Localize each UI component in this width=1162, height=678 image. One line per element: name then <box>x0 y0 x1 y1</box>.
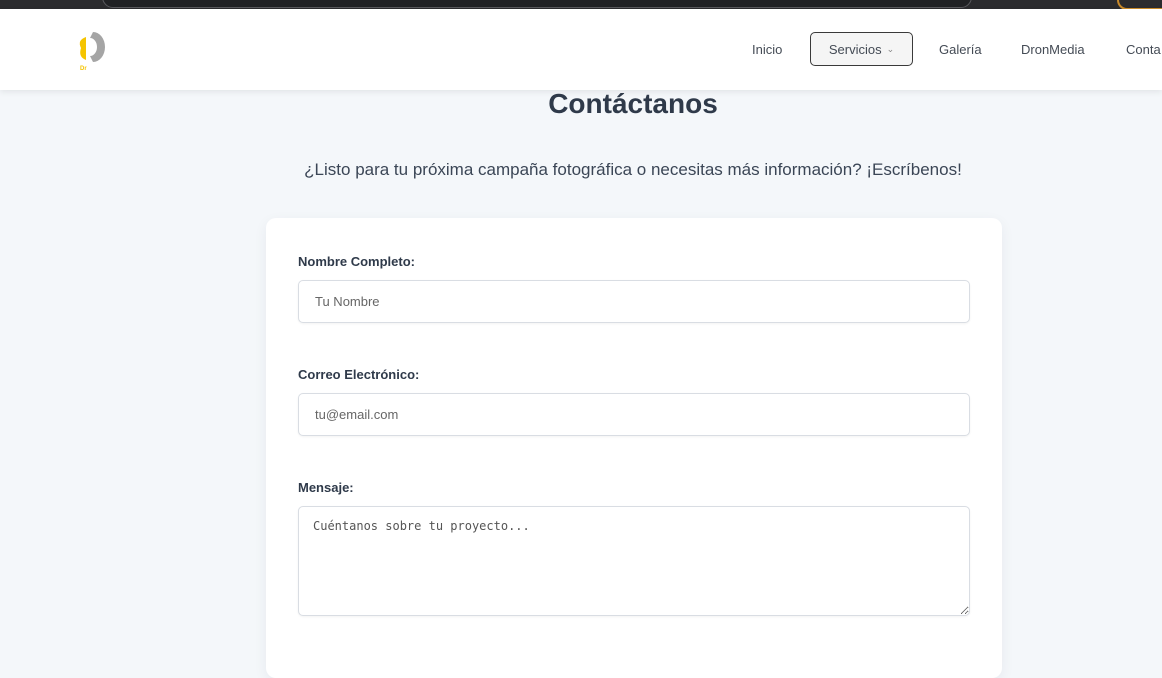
name-label: Nombre Completo: <box>298 254 415 269</box>
page-title: Contáctanos <box>548 88 718 119</box>
chevron-down-icon: ⌄ <box>886 44 895 54</box>
logo-text: Dr <box>80 66 87 72</box>
nav-inicio[interactable]: Inicio <box>752 42 782 57</box>
browser-toolbar <box>0 0 1162 10</box>
site-header: Dr Inicio Servicios ⌄ Galería DronMedia … <box>0 9 1162 90</box>
address-bar[interactable] <box>102 0 972 8</box>
email-input[interactable] <box>298 393 970 436</box>
message-label: Mensaje: <box>298 480 354 495</box>
site-logo[interactable]: Dr <box>76 27 112 73</box>
logo-icon: Dr <box>79 32 105 72</box>
nav-servicios-label: Servicios <box>828 41 882 57</box>
nav-galeria[interactable]: Galería <box>939 42 982 57</box>
nav-contacto[interactable]: Conta <box>1126 42 1161 57</box>
nav-dronmedia[interactable]: DronMedia <box>1021 42 1085 57</box>
message-textarea[interactable] <box>298 506 970 616</box>
contact-form: Nombre Completo: Correo Electrónico: Men… <box>266 218 1002 678</box>
nav-servicios-dropdown[interactable]: Servicios ⌄ <box>810 32 913 66</box>
name-input[interactable] <box>298 280 970 323</box>
page-subtitle: ¿Listo para tu próxima campaña fotográfi… <box>304 160 962 179</box>
email-label: Correo Electrónico: <box>298 367 420 382</box>
